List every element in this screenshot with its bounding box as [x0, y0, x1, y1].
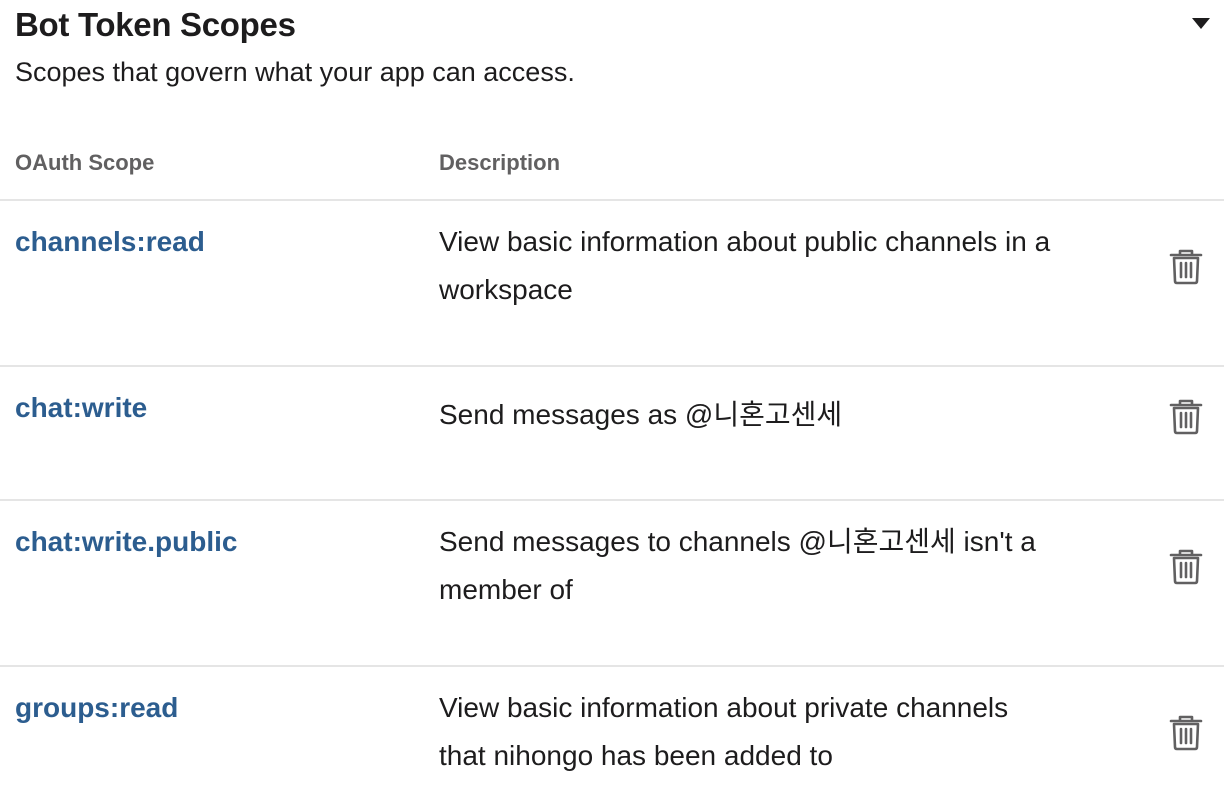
column-header-description: Description — [439, 150, 561, 175]
scope-link-chat-write-public[interactable]: chat:write.public — [15, 524, 237, 560]
scope-description: Send messages to channels @니혼고센세 isn't a… — [439, 526, 1036, 605]
bot-token-scopes-panel: Bot Token Scopes Scopes that govern what… — [0, 0, 1224, 798]
section-title: Bot Token Scopes — [15, 6, 296, 43]
table-row: groups:read View basic information about… — [0, 666, 1224, 798]
caret-down-icon[interactable] — [1188, 12, 1214, 34]
trash-icon[interactable] — [1168, 713, 1204, 751]
trash-icon[interactable] — [1168, 247, 1204, 285]
scope-link-channels-read[interactable]: channels:read — [15, 224, 205, 260]
scope-description: Send messages as @니혼고센세 — [439, 399, 843, 430]
trash-icon[interactable] — [1168, 547, 1204, 585]
section-subtitle: Scopes that govern what your app can acc… — [15, 57, 575, 87]
column-header-oauth-scope: OAuth Scope — [15, 150, 155, 175]
scope-description: View basic information about public chan… — [439, 226, 1051, 305]
table-row: chat:write.public Send messages to chann… — [0, 500, 1224, 666]
table-row: chat:write Send messages as @니혼고센세 — [0, 366, 1224, 500]
scope-link-chat-write[interactable]: chat:write — [15, 390, 147, 426]
scope-description: View basic information about private cha… — [439, 692, 1009, 771]
table-row: channels:read View basic information abo… — [0, 200, 1224, 366]
scope-link-groups-read[interactable]: groups:read — [15, 690, 178, 726]
trash-icon[interactable] — [1168, 397, 1204, 435]
